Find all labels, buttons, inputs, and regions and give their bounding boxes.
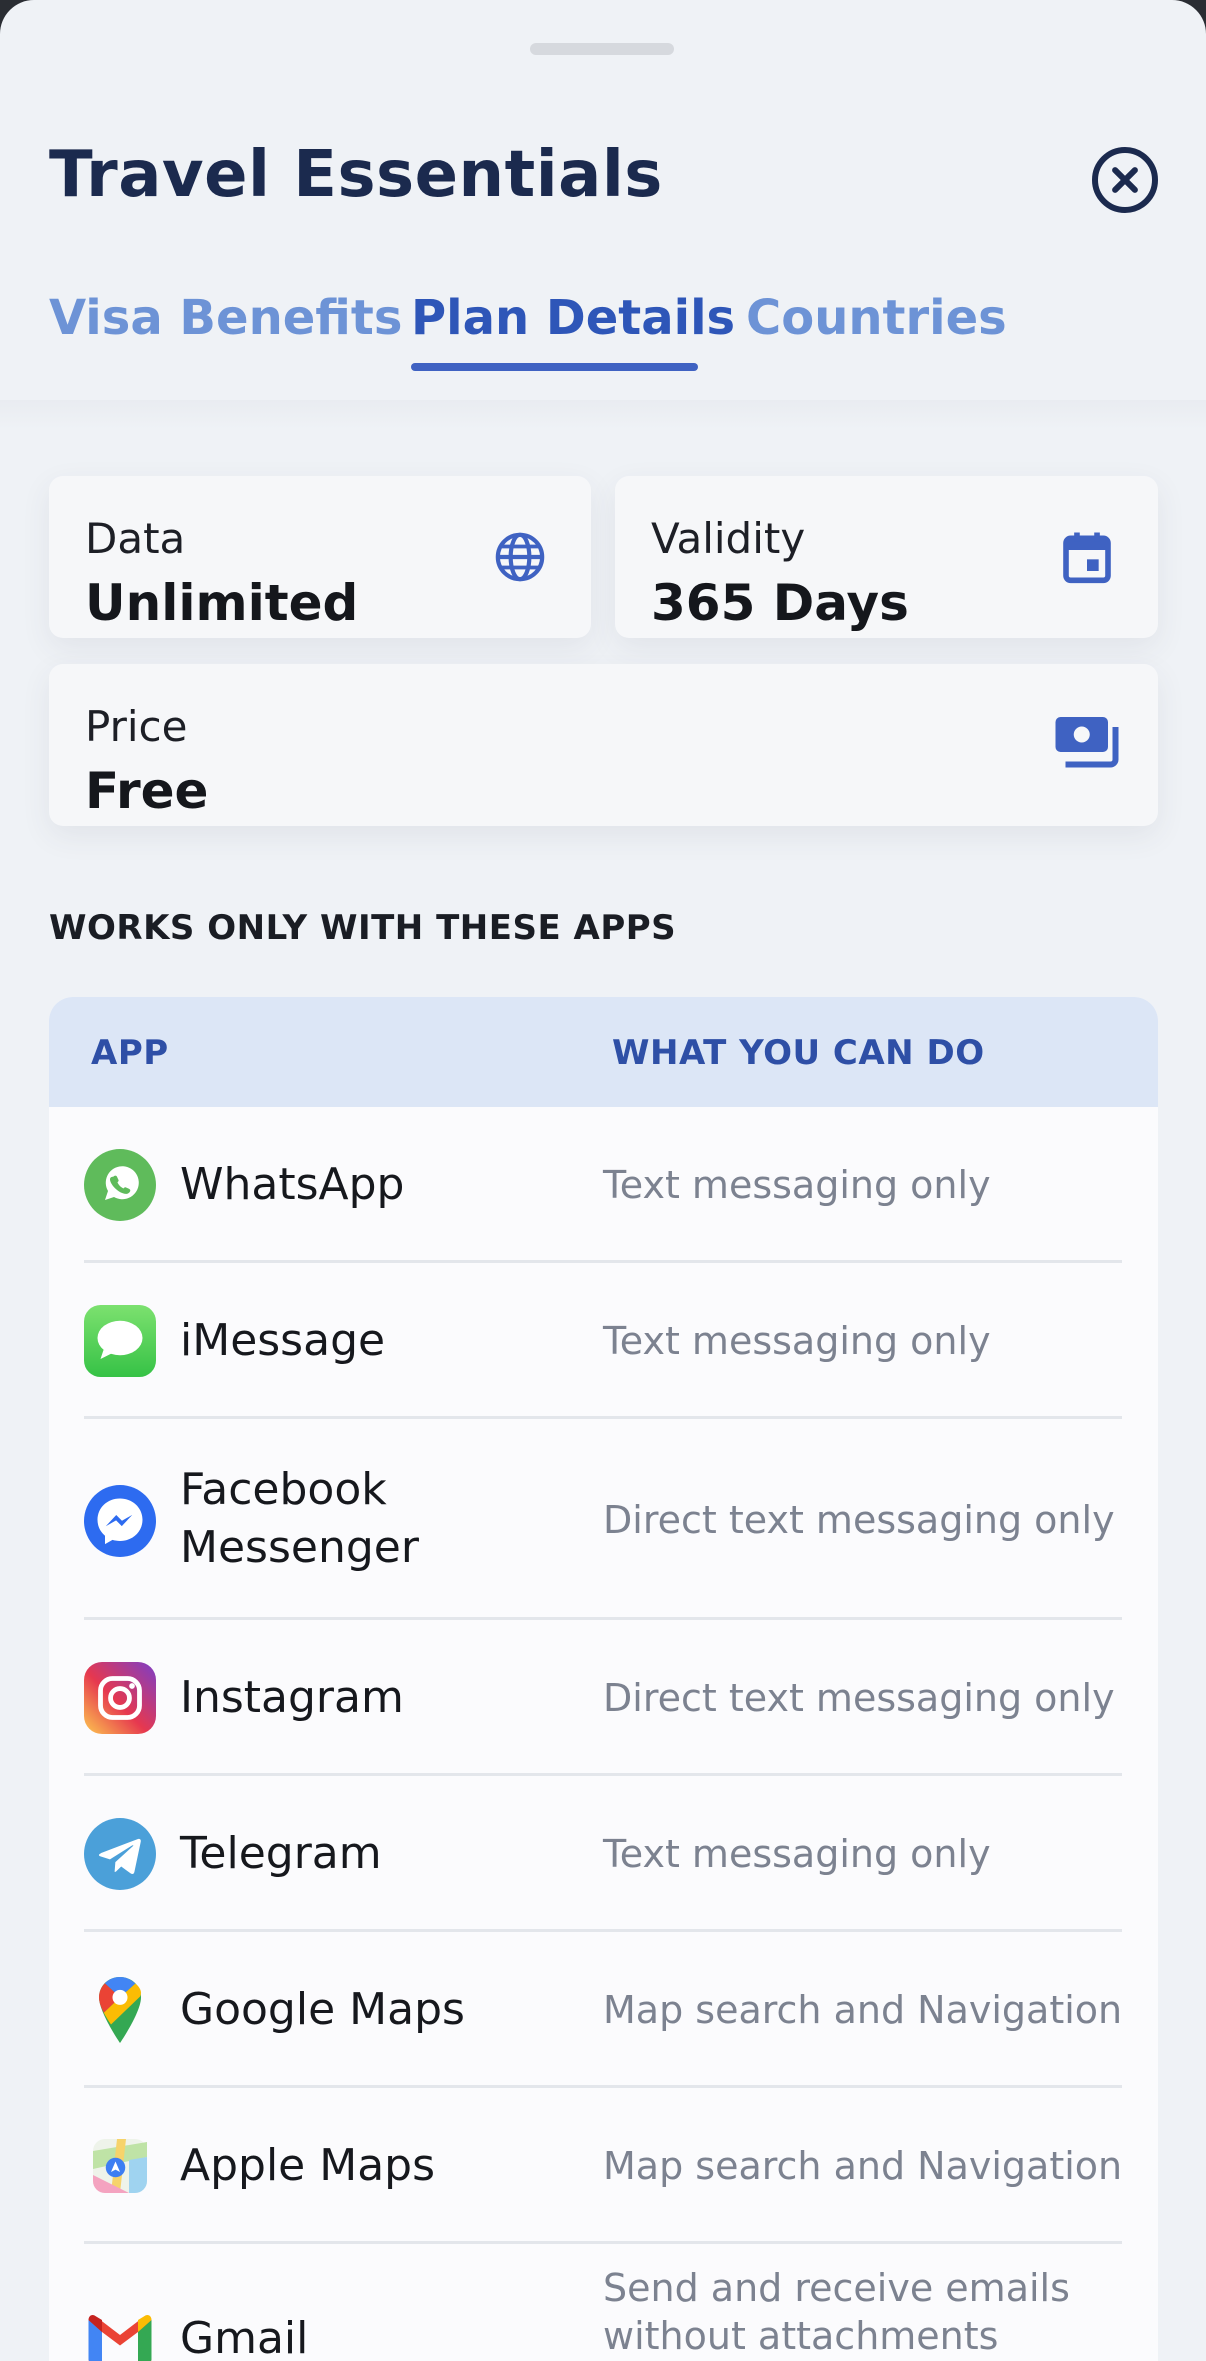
column-header-capability: WHAT YOU CAN DO (612, 1033, 985, 1073)
app-capability: Direct text messaging only (603, 1676, 1115, 1720)
tab-visa-benefits[interactable]: Visa Benefits (49, 290, 402, 346)
table-row: Telegram Text messaging only (49, 1776, 1158, 1932)
bottom-sheet: Travel Essentials Visa Benefits Plan Det… (0, 0, 1206, 2361)
app-capability: Map search and Navigation (603, 1988, 1123, 2032)
app-name: Telegram (180, 1828, 382, 1879)
validity-card: Validity 365 Days (615, 476, 1158, 638)
app-capability: Text messaging only (603, 1319, 991, 1363)
close-button[interactable] (1092, 147, 1158, 213)
data-value: Unlimited (85, 574, 359, 632)
data-label: Data (85, 514, 186, 563)
app-capability: Direct text messaging only (603, 1498, 1115, 1542)
sheet-title: Travel Essentials (49, 138, 663, 212)
app-name: Gmail (180, 2313, 309, 2361)
table-row: Facebook Messenger Direct text messaging… (49, 1419, 1158, 1620)
instagram-icon (84, 1662, 156, 1734)
globe-icon (495, 532, 545, 582)
table-row: Google Maps Map search and Navigation (49, 1932, 1158, 2088)
price-card: Price Free (49, 664, 1158, 826)
price-label: Price (85, 702, 188, 751)
validity-value: 365 Days (651, 574, 909, 632)
gmail-icon (88, 2315, 152, 2361)
whatsapp-icon (84, 1149, 156, 1221)
app-capability: Text messaging only (603, 1163, 991, 1207)
app-name: iMessage (180, 1315, 386, 1366)
app-name: Google Maps (180, 1984, 465, 2035)
app-capability: Text messaging only (603, 1832, 991, 1876)
app-name: Instagram (180, 1672, 404, 1723)
apple-maps-icon (93, 2139, 147, 2193)
app-name: WhatsApp (180, 1159, 405, 1210)
tab-countries[interactable]: Countries (746, 290, 1007, 346)
apps-table: APP WHAT YOU CAN DO WhatsApp Text messag… (49, 997, 1158, 2361)
apps-section-heading: WORKS ONLY WITH THESE APPS (49, 908, 677, 948)
table-row: Instagram Direct text messaging only (49, 1620, 1158, 1776)
imessage-icon (84, 1305, 156, 1377)
table-row: Apple Maps Map search and Navigation (49, 2088, 1158, 2244)
app-capability: Map search and Navigation (603, 2144, 1123, 2188)
table-row: WhatsApp Text messaging only (49, 1107, 1158, 1263)
table-row: iMessage Text messaging only (49, 1263, 1158, 1419)
active-tab-indicator (411, 363, 698, 371)
app-name: Facebook Messenger (180, 1464, 419, 1573)
google-maps-icon (99, 1977, 141, 2043)
app-capability: Send and receive emails without attachme… (603, 2266, 1070, 2358)
column-header-app: APP (91, 1033, 169, 1073)
tabs-divider (0, 400, 1206, 430)
telegram-icon (84, 1818, 156, 1890)
table-header: APP WHAT YOU CAN DO (49, 997, 1158, 1107)
app-name: Apple Maps (180, 2140, 436, 2191)
calendar-icon (1063, 532, 1111, 584)
drag-handle[interactable] (530, 43, 674, 55)
data-card: Data Unlimited (49, 476, 591, 638)
money-icon (1055, 717, 1119, 768)
tab-plan-details[interactable]: Plan Details (411, 290, 735, 346)
table-row: Gmail Send and receive emails without at… (49, 2244, 1158, 2361)
messenger-icon (84, 1485, 156, 1557)
validity-label: Validity (651, 514, 806, 563)
price-value: Free (85, 762, 209, 820)
